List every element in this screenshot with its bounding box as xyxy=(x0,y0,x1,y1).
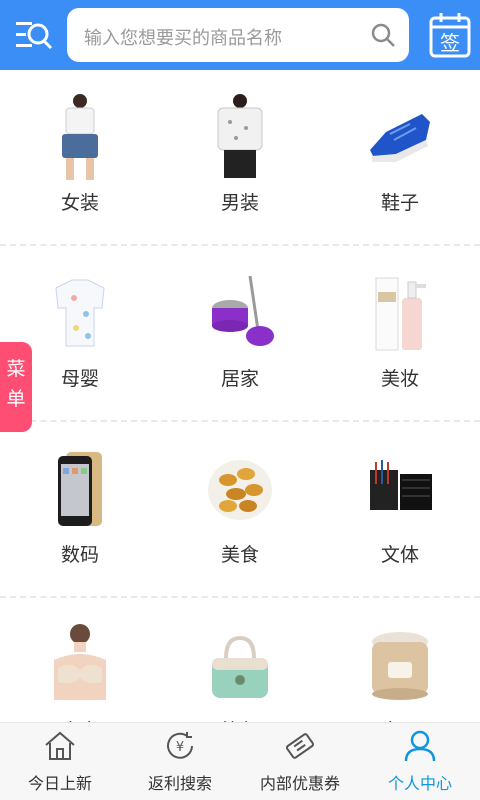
category-row: 内衣 箱包 电器 xyxy=(0,598,480,722)
phone-image xyxy=(58,452,102,526)
category-label: 女装 xyxy=(60,192,99,214)
category-row: 母婴 居家 美妆 xyxy=(0,246,480,422)
tab-label: 返利搜索 xyxy=(147,774,212,793)
category-womens[interactable]: 女装 xyxy=(0,70,160,246)
category-bags[interactable]: 箱包 xyxy=(160,598,320,722)
category-cosmetics[interactable]: 美妆 xyxy=(320,246,480,422)
category-label: 美食 xyxy=(220,544,259,566)
sign-in-calendar-icon[interactable]: 签 xyxy=(428,10,472,60)
search-input[interactable]: 输入您想要买的商品名称 xyxy=(84,24,282,50)
top-bar: 输入您想要买的商品名称 签 xyxy=(0,0,480,70)
tab-label: 今日上新 xyxy=(27,774,92,793)
category-appliances[interactable]: 电器 xyxy=(320,598,480,722)
category-row: 数码 美食 文体 xyxy=(0,422,480,598)
tab-label: 内部优惠券 xyxy=(259,774,340,793)
side-menu-label-1: 菜 xyxy=(6,358,26,380)
bottom-tab-bar: 今日上新 ¥ 返利搜索 内部优惠券 个人中心 xyxy=(0,722,480,800)
bag-image xyxy=(212,635,268,698)
womens-clothing-image xyxy=(62,94,98,180)
tab-personal-center[interactable]: 个人中心 xyxy=(360,723,480,800)
tab-label: 个人中心 xyxy=(387,774,452,793)
search-box[interactable]: 输入您想要买的商品名称 xyxy=(67,8,409,62)
category-mens[interactable]: 男装 xyxy=(160,70,320,246)
cosmetics-image xyxy=(375,277,426,351)
category-row: 女装 男装 鞋子 xyxy=(0,70,480,246)
home-image xyxy=(212,275,274,346)
category-grid: 女装 男装 鞋子 母婴 居家 美妆 数码 美食 文体 xyxy=(0,70,480,722)
category-stationery[interactable]: 文体 xyxy=(320,422,480,598)
svg-text:¥: ¥ xyxy=(176,740,184,755)
side-menu-label-2: 单 xyxy=(6,388,26,410)
food-image xyxy=(208,460,272,520)
home-icon xyxy=(45,731,75,760)
sign-label: 签 xyxy=(440,31,460,55)
category-underwear[interactable]: 内衣 xyxy=(0,598,160,722)
mens-clothing-image xyxy=(217,94,263,178)
category-home[interactable]: 居家 xyxy=(160,246,320,422)
category-shoes[interactable]: 鞋子 xyxy=(320,70,480,246)
user-icon xyxy=(404,730,436,762)
tab-internal-coupons[interactable]: 内部优惠券 xyxy=(240,723,360,800)
rebate-icon: ¥ xyxy=(167,732,193,759)
category-food[interactable]: 美食 xyxy=(160,422,320,598)
side-menu-tab[interactable]: 菜 单 xyxy=(0,342,32,432)
search-icon[interactable] xyxy=(369,21,397,49)
category-label: 美妆 xyxy=(380,368,419,390)
stationery-image xyxy=(370,460,432,510)
category-menu-icon[interactable] xyxy=(14,16,54,54)
appliance-image xyxy=(372,632,428,700)
category-label: 居家 xyxy=(220,368,259,390)
underwear-image xyxy=(54,624,106,700)
tab-rebate-search[interactable]: ¥ 返利搜索 xyxy=(120,723,240,800)
tab-today-new[interactable]: 今日上新 xyxy=(0,723,120,800)
category-label: 男装 xyxy=(220,192,259,214)
shoes-image xyxy=(370,114,430,162)
coupon-icon xyxy=(285,733,315,759)
category-label: 文体 xyxy=(380,544,419,566)
category-digital[interactable]: 数码 xyxy=(0,422,160,598)
category-label: 鞋子 xyxy=(380,192,419,214)
baby-image xyxy=(55,279,105,347)
category-label: 数码 xyxy=(60,544,99,566)
